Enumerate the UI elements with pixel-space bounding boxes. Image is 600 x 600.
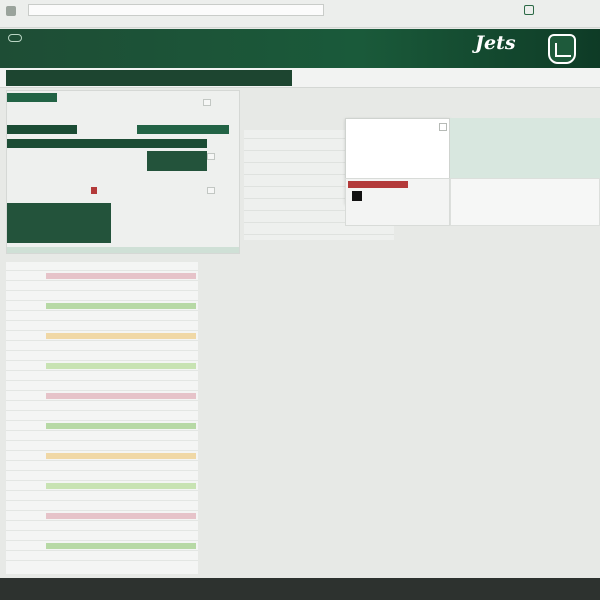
list-item[interactable] xyxy=(6,522,198,531)
row-highlight xyxy=(46,483,196,489)
list-item[interactable] xyxy=(6,282,198,291)
panel-tab-2[interactable] xyxy=(7,125,77,134)
panel-footer-strip xyxy=(7,247,239,253)
nfl-logo-icon[interactable] xyxy=(8,34,22,42)
row-highlight xyxy=(46,273,196,279)
list-item[interactable] xyxy=(6,412,198,421)
list-item[interactable] xyxy=(6,382,198,391)
row-highlight xyxy=(46,303,196,309)
schedule-panel xyxy=(6,90,240,254)
list-item[interactable] xyxy=(6,462,198,471)
list-item[interactable] xyxy=(6,352,198,361)
row-highlight xyxy=(46,423,196,429)
list-item[interactable] xyxy=(6,472,198,481)
list-item[interactable] xyxy=(6,502,198,511)
list-item[interactable] xyxy=(6,372,198,381)
row-highlight xyxy=(46,363,196,369)
panel-button-3[interactable] xyxy=(207,187,215,194)
right-detail-box xyxy=(450,178,600,226)
dark-thumbnail[interactable] xyxy=(352,191,362,201)
url-input[interactable] xyxy=(28,4,324,16)
panel-logo-block xyxy=(7,203,111,243)
list-item[interactable] xyxy=(6,392,198,401)
list-item[interactable] xyxy=(6,432,198,441)
row-highlight xyxy=(46,333,196,339)
list-item[interactable] xyxy=(6,332,198,341)
middle-row[interactable] xyxy=(244,226,394,235)
tab-strip xyxy=(6,18,526,26)
panel-header-bar xyxy=(7,139,207,148)
panel-button-2[interactable] xyxy=(207,153,215,160)
list-item[interactable] xyxy=(6,442,198,451)
site-footer xyxy=(0,578,600,600)
row-highlight xyxy=(46,513,196,519)
row-highlight xyxy=(46,453,196,459)
panel-green-block xyxy=(147,151,207,171)
shield-icon[interactable] xyxy=(524,5,534,15)
list-item[interactable] xyxy=(6,262,198,271)
list-item[interactable] xyxy=(6,402,198,411)
jets-wordmark[interactable]: Jets xyxy=(475,32,516,54)
browser-toolbar xyxy=(0,0,600,28)
row-highlight xyxy=(46,543,196,549)
list-item[interactable] xyxy=(6,342,198,351)
jets-shield-icon[interactable] xyxy=(548,34,576,64)
panel-tab-1[interactable] xyxy=(7,93,57,102)
list-item[interactable] xyxy=(6,542,198,551)
subnav-dark-segment xyxy=(6,70,292,86)
sub-navigation xyxy=(0,68,600,88)
list-item[interactable] xyxy=(6,512,198,521)
roster-list xyxy=(6,262,198,574)
list-item[interactable] xyxy=(6,322,198,331)
panel-red-button[interactable] xyxy=(91,187,97,194)
list-item[interactable] xyxy=(6,492,198,501)
site-header: Jets xyxy=(0,29,600,68)
list-item[interactable] xyxy=(6,312,198,321)
list-item[interactable] xyxy=(6,552,198,561)
list-item[interactable] xyxy=(6,482,198,491)
list-item[interactable] xyxy=(6,452,198,461)
action-bar xyxy=(345,178,450,226)
panel-button-1[interactable] xyxy=(203,99,211,106)
list-item[interactable] xyxy=(6,302,198,311)
list-item[interactable] xyxy=(6,532,198,541)
action-red-button[interactable] xyxy=(348,181,408,188)
list-item[interactable] xyxy=(6,292,198,301)
list-item[interactable] xyxy=(6,422,198,431)
list-item[interactable] xyxy=(6,362,198,371)
row-highlight xyxy=(46,393,196,399)
browser-logo-icon xyxy=(6,6,16,16)
right-info-panel xyxy=(450,118,600,178)
panel-tab-3[interactable] xyxy=(137,125,229,134)
popup-close-button[interactable] xyxy=(439,123,447,131)
list-item[interactable] xyxy=(6,272,198,281)
